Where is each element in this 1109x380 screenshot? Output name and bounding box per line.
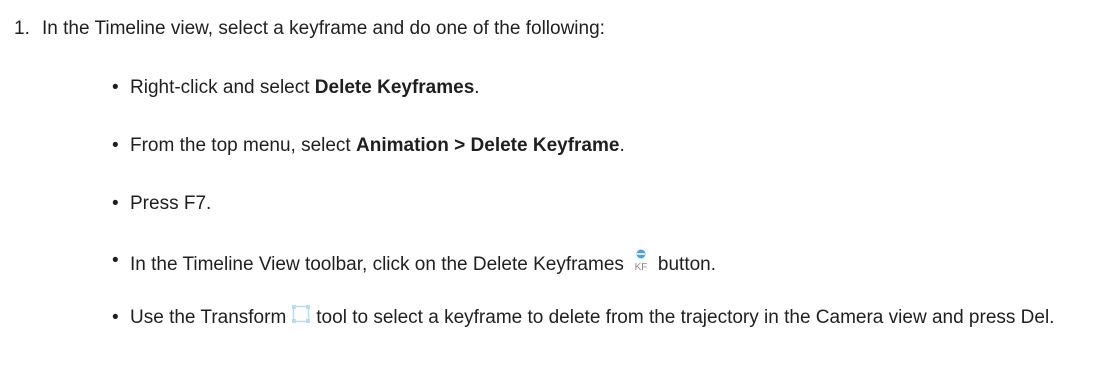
delete-keyframes-icon-label: KF <box>635 262 648 273</box>
bullet-dot: • <box>112 307 119 328</box>
text-run: Use the Transform <box>130 307 287 329</box>
list-item-text: From the top menu, select Animation > De… <box>130 133 1102 159</box>
list-item-text: Use the Transform tool to select a keyfr… <box>130 305 1102 331</box>
bullet-dot: • <box>112 77 119 98</box>
delete-keyframes-icon: KF <box>630 248 652 282</box>
bullet-dot: • <box>112 250 119 271</box>
step-number: 1. <box>14 18 30 39</box>
text-run: In the Timeline View toolbar, click on t… <box>130 254 624 276</box>
text-run: tool to select a keyframe to delete from… <box>316 307 1055 329</box>
text-run: . <box>474 77 480 98</box>
bullet-dot: • <box>112 135 119 156</box>
text-run: button. <box>657 254 717 276</box>
text-run: From the top menu, select <box>130 135 356 156</box>
list-item-text: Right-click and select Delete Keyframes. <box>130 75 1102 101</box>
menu-command: Delete Keyframes <box>314 77 475 98</box>
bullet-dot: • <box>112 193 119 214</box>
transform-tool-icon <box>292 305 311 331</box>
text-run: . <box>619 135 625 156</box>
list-item-text: In the Timeline View toolbar, click on t… <box>130 248 1102 282</box>
text-run: Right-click and select <box>130 77 315 98</box>
step-line: 1. In the Timeline view, select a keyfram… <box>14 16 605 42</box>
list-item-text: Press F7. <box>130 193 212 214</box>
menu-command: Animation > Delete Keyframe <box>356 135 620 156</box>
step-text: In the Timeline view, select a keyframe … <box>42 18 605 39</box>
